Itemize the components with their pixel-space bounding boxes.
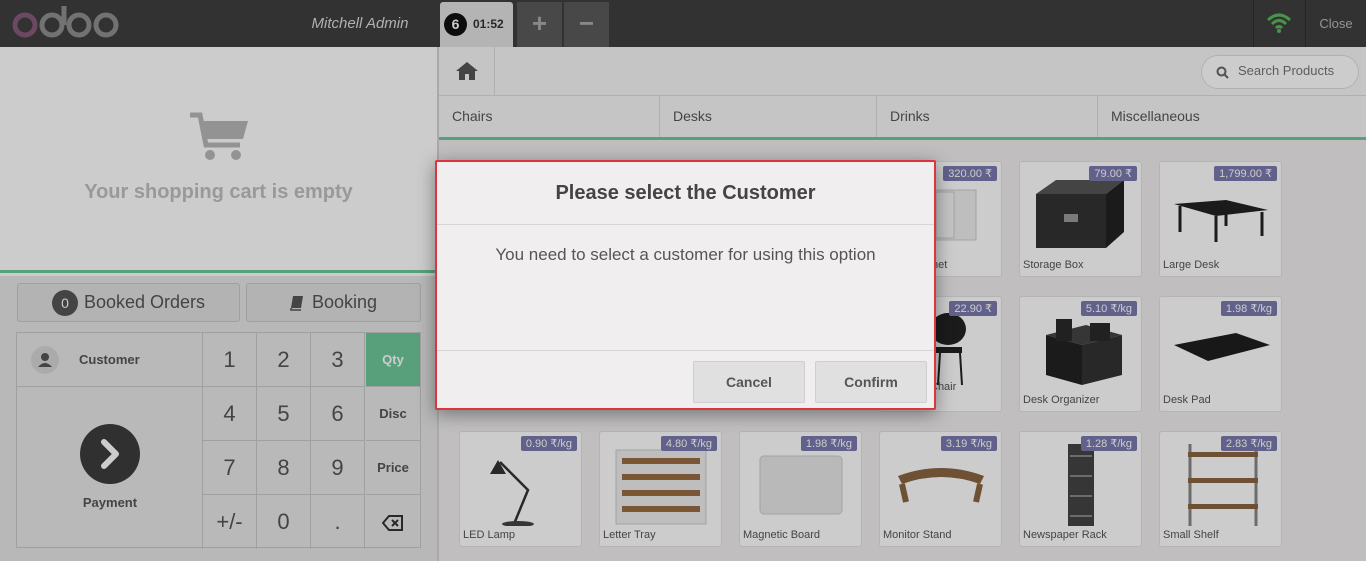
confirm-button[interactable]: Confirm	[815, 361, 927, 403]
select-customer-dialog: Please select the Customer You need to s…	[435, 160, 936, 410]
dialog-footer: Cancel Confirm	[437, 350, 934, 408]
cancel-button[interactable]: Cancel	[693, 361, 805, 403]
dialog-message: You need to select a customer for using …	[495, 245, 876, 264]
dialog-title: Please select the Customer	[437, 162, 934, 225]
